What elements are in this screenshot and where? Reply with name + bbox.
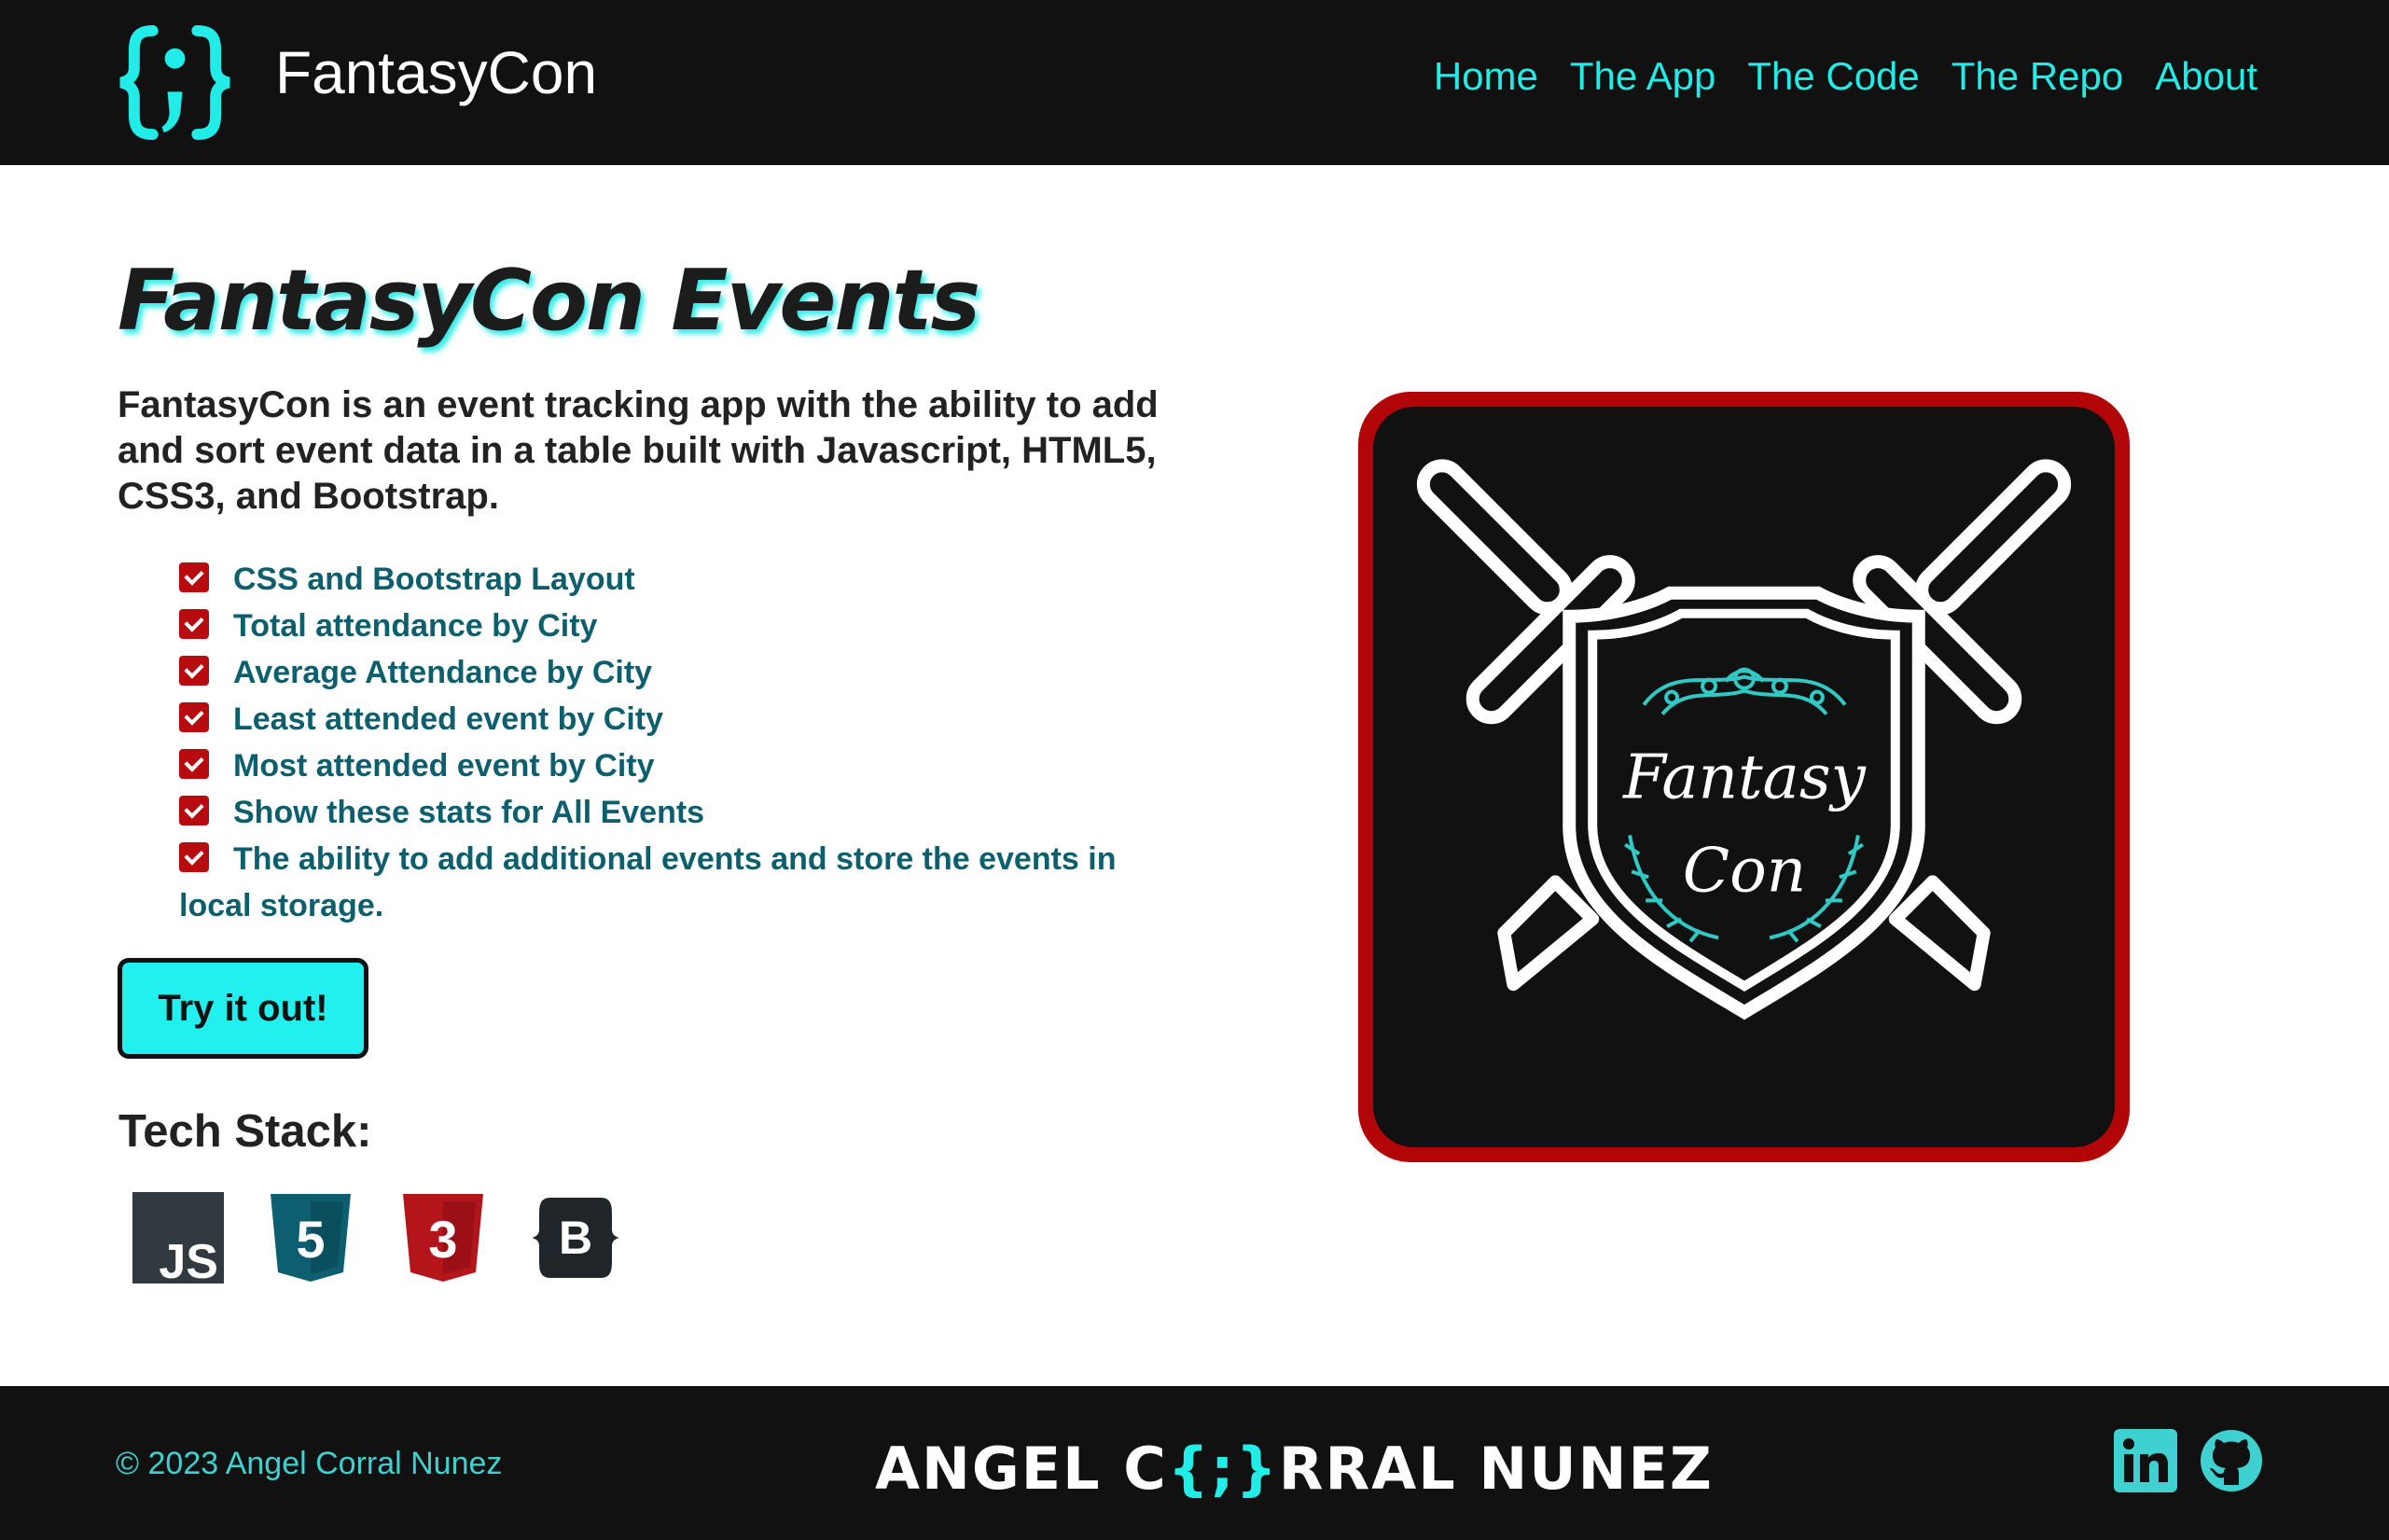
nav-the-code[interactable]: The Code [1747,54,1919,99]
page-title: FantasyCon Events [118,252,980,350]
showcase-frame: Fantasy Con [1358,392,2130,1162]
check-icon [179,842,209,872]
tech-label: 5 [296,1210,325,1269]
signature-brace-mark: {;} [1167,1435,1279,1503]
nav-about[interactable]: About [2155,54,2257,99]
brand-logo-icon [119,24,230,140]
main-nav: Home The App The Code The Repo About [1434,54,2257,99]
tech-stack-title: Tech Stack: [118,1106,372,1157]
navbar: FantasyCon Home The App The Code The Rep… [0,0,2389,165]
app-description: FantasyCon is an event tracking app with… [118,384,1159,517]
feature-item: The ability to add additional events and… [179,836,1121,929]
fantasycon-crest: Fantasy Con [1416,459,2072,1020]
feature-label: Show these stats for All Events [233,795,705,830]
try-it-out-button[interactable]: Try it out! [118,958,368,1059]
tech-stack-icons: JS 5 3 B [132,1192,662,1283]
bootstrap-icon: B [532,1198,619,1278]
tech-label: B [559,1212,592,1264]
html5-icon: 5 [271,1194,351,1282]
check-icon [179,796,209,825]
feature-label: The ability to add additional events and… [179,841,1117,923]
footer: © 2023 Angel Corral Nunez ANGEL C{;}RRAL… [0,1386,2389,1540]
nav-home[interactable]: Home [1434,54,1538,99]
css3-icon: 3 [403,1194,483,1282]
check-icon [179,609,209,639]
copyright: © 2023 Angel Corral Nunez [116,1446,503,1481]
social-links [2114,1429,2263,1492]
feature-list: CSS and Bootstrap Layout Total attendanc… [179,556,1121,929]
feature-item: Show these stats for All Events [179,789,1121,836]
nav-the-app[interactable]: The App [1570,54,1715,99]
feature-item: Average Attendance by City [179,649,1121,696]
check-icon [179,749,209,779]
logo-line-2: Con [1683,834,1807,906]
feature-label: Average Attendance by City [233,655,653,690]
feature-item: Total attendance by City [179,603,1121,649]
feature-item: Least attended event by City [179,696,1121,742]
brand-link[interactable]: FantasyCon [116,21,597,144]
tech-label: 3 [428,1210,457,1269]
nav-the-repo[interactable]: The Repo [1951,54,2123,99]
check-icon [179,702,209,732]
feature-label: Least attended event by City [233,701,664,737]
check-icon [179,656,209,686]
brand-name: FantasyCon [275,39,598,106]
signature-part-1: ANGEL C [875,1435,1168,1503]
fantasycon-logo: Fantasy Con [1373,407,2115,1147]
check-icon [179,562,209,592]
github-icon[interactable] [2200,1429,2263,1492]
feature-label: Most attended event by City [233,748,655,784]
feature-item: Most attended event by City [179,742,1121,789]
tech-label: JS [159,1235,218,1283]
footer-signature: ANGEL C{;}RRAL NUNEZ [875,1435,1714,1503]
logo-line-1: Fantasy [1622,741,1867,812]
feature-label: CSS and Bootstrap Layout [233,562,635,597]
javascript-icon: JS [132,1192,224,1283]
feature-item: CSS and Bootstrap Layout [179,556,1121,603]
linkedin-icon[interactable] [2114,1429,2177,1492]
feature-label: Total attendance by City [233,608,598,644]
signature-part-2: RRAL NUNEZ [1278,1435,1714,1503]
